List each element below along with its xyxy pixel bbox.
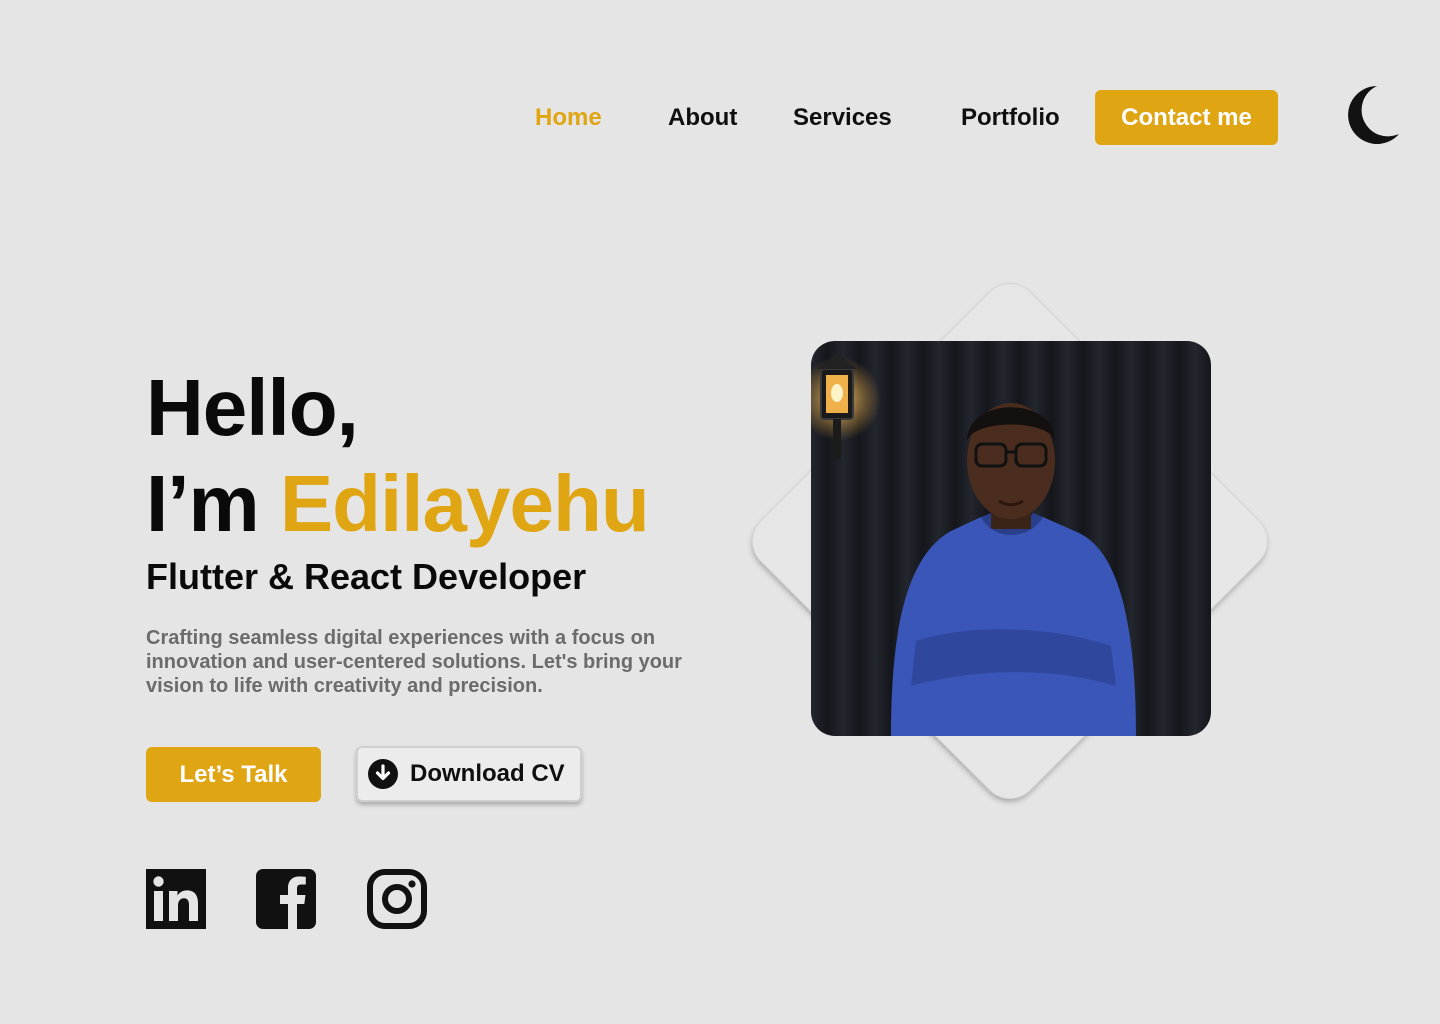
- nav-home[interactable]: Home: [535, 90, 602, 146]
- hero-greeting: Hello,: [146, 363, 359, 452]
- profile-photo: [811, 341, 1211, 736]
- download-cv-button[interactable]: Download CV: [356, 746, 582, 802]
- download-icon: [368, 759, 398, 789]
- hero-description: Crafting seamless digital experiences wi…: [146, 627, 682, 697]
- lets-talk-button[interactable]: Let’s Talk: [146, 747, 321, 802]
- hero-role: Flutter & React Developer: [146, 556, 587, 597]
- instagram-icon[interactable]: [366, 868, 428, 930]
- moon-icon[interactable]: [1343, 82, 1401, 146]
- download-cv-label: Download CV: [410, 760, 565, 787]
- profile-photo-illustration: [811, 341, 1211, 736]
- facebook-icon[interactable]: [255, 868, 317, 930]
- nav-services[interactable]: Services: [793, 90, 892, 146]
- contact-me-button[interactable]: Contact me: [1095, 90, 1278, 145]
- nav-about[interactable]: About: [668, 90, 737, 146]
- top-nav: Home About Services Portfolio Contact me: [0, 90, 1440, 146]
- linkedin-icon[interactable]: [145, 868, 207, 930]
- nav-portfolio[interactable]: Portfolio: [961, 90, 1060, 146]
- intro-prefix: I’m: [146, 459, 280, 548]
- hero-name: Edilayehu: [279, 459, 650, 548]
- hero-intro: I’m Edilayehu: [146, 456, 650, 552]
